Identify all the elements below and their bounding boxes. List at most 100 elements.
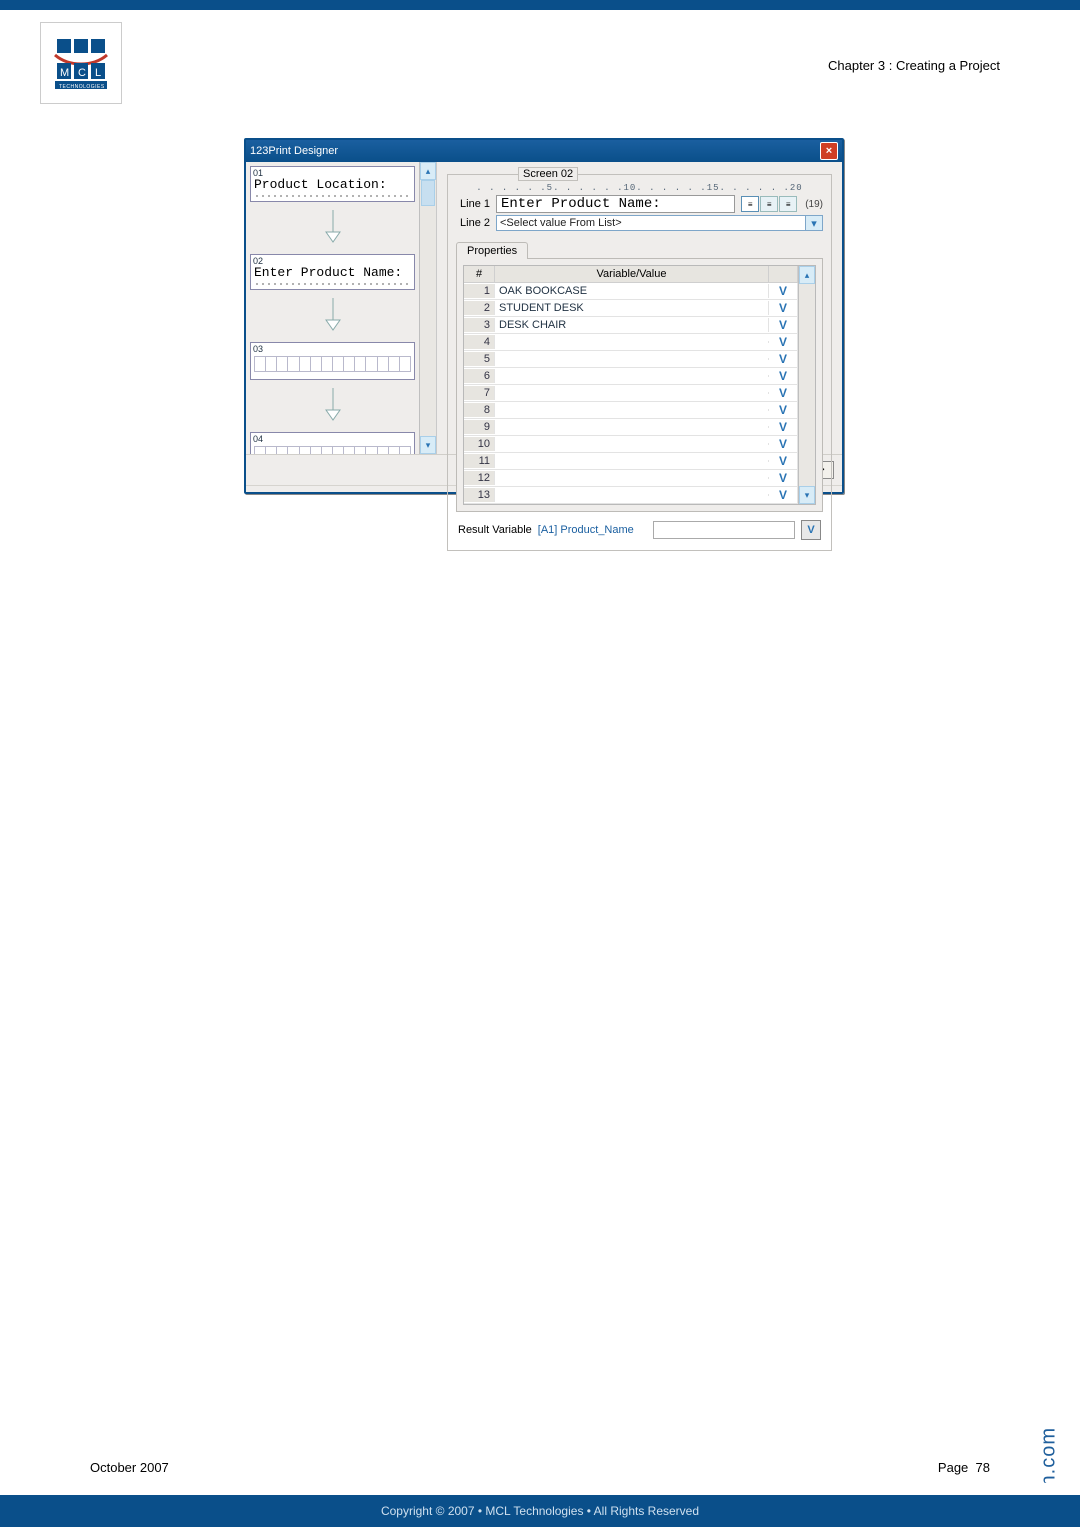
grid-row[interactable]: 2STUDENT DESKV [464, 300, 798, 317]
scroll-thumb[interactable] [421, 180, 435, 206]
row-check[interactable]: V [769, 283, 798, 299]
align-center-icon[interactable]: ≡ [760, 196, 778, 212]
screen-thumbnail-02[interactable]: 02 Enter Product Name: [250, 254, 415, 290]
line2-select[interactable]: <Select value From List> [496, 215, 806, 231]
flow-arrow-icon [246, 388, 419, 428]
row-check[interactable]: V [769, 402, 798, 418]
footer-page: Page 78 [938, 1460, 990, 1475]
screen-number: 04 [251, 433, 414, 444]
grid-row[interactable]: 3DESK CHAIRV [464, 317, 798, 334]
row-check[interactable]: V [769, 419, 798, 435]
screen-text: Product Location: [251, 178, 414, 194]
row-value[interactable] [495, 358, 769, 360]
grid-row[interactable]: 9V [464, 419, 798, 436]
ruler: . . . . . .5. . . . . .10. . . . . .15. … [456, 183, 823, 193]
grid-header: # Variable/Value [464, 266, 798, 283]
line1-row: Line 1 Enter Product Name: ≡ ≡ ≡ (19) [456, 195, 823, 213]
row-value[interactable] [495, 460, 769, 462]
dotted-underline [254, 194, 411, 198]
row-check[interactable]: V [769, 368, 798, 384]
scroll-down-button[interactable] [799, 486, 815, 504]
screen-thumbnail-04[interactable]: 04 [250, 432, 415, 454]
row-number: 6 [464, 369, 495, 383]
svg-text:TECHNOLOGIES: TECHNOLOGIES [59, 84, 105, 90]
values-grid: # Variable/Value 1OAK BOOKCASEV2STUDENT … [463, 265, 816, 505]
scroll-track[interactable] [799, 284, 815, 486]
close-icon: × [826, 145, 832, 157]
row-check[interactable]: V [769, 351, 798, 367]
row-value[interactable] [495, 392, 769, 394]
row-value[interactable]: STUDENT DESK [495, 301, 769, 315]
row-check[interactable]: V [769, 300, 798, 316]
title-bar: 123Print Designer × [246, 140, 842, 162]
screen-thumbnail-03[interactable]: 03 [250, 342, 415, 380]
col-header-num: # [464, 266, 495, 282]
screen-thumbnail-01[interactable]: 01 Product Location: [250, 166, 415, 202]
grid-row[interactable]: 6V [464, 368, 798, 385]
grid-row[interactable]: 8V [464, 402, 798, 419]
grid-row[interactable]: 12V [464, 470, 798, 487]
row-value[interactable] [495, 409, 769, 411]
row-number: 11 [464, 454, 495, 468]
chevron-down-icon[interactable]: ▾ [806, 215, 823, 231]
row-value[interactable]: OAK BOOKCASE [495, 284, 769, 298]
app-window: 123Print Designer × 01 Product Location: [244, 138, 844, 494]
variable-picker-button[interactable]: V [801, 520, 821, 540]
grid-row[interactable]: 4V [464, 334, 798, 351]
row-value[interactable]: DESK CHAIR [495, 318, 769, 332]
line2-label: Line 2 [456, 217, 490, 229]
grid-scrollbar[interactable] [798, 266, 815, 504]
svg-text:M: M [60, 67, 69, 79]
grid-row[interactable]: 7V [464, 385, 798, 402]
row-check[interactable]: V [769, 470, 798, 486]
row-check[interactable]: V [769, 453, 798, 469]
row-check[interactable]: V [769, 317, 798, 333]
scroll-down-button[interactable] [420, 436, 436, 454]
row-value[interactable] [495, 426, 769, 428]
window-title: 123Print Designer [250, 145, 338, 157]
scroll-up-button[interactable] [799, 266, 815, 284]
align-left-icon[interactable]: ≡ [741, 196, 759, 212]
row-value[interactable] [495, 477, 769, 479]
screen-text: Enter Product Name: [251, 266, 414, 282]
values-grid-wrap: # Variable/Value 1OAK BOOKCASEV2STUDENT … [456, 259, 823, 512]
result-variable-link[interactable]: [A1] Product_Name [538, 524, 634, 536]
row-number: 1 [464, 284, 495, 298]
chapter-heading: Chapter 3 : Creating a Project [828, 58, 1000, 73]
flow-arrow-icon [246, 298, 419, 338]
grid-row[interactable]: 5V [464, 351, 798, 368]
row-check[interactable]: V [769, 487, 798, 503]
result-input[interactable] [653, 521, 795, 539]
top-accent-bar [0, 0, 1080, 10]
row-value[interactable] [495, 341, 769, 343]
line1-input[interactable]: Enter Product Name: [496, 195, 735, 213]
close-button[interactable]: × [820, 142, 838, 160]
grid-row[interactable]: 10V [464, 436, 798, 453]
properties-panel: Screen 02 . . . . . .5. . . . . .10. . .… [437, 162, 842, 454]
svg-text:C: C [78, 67, 86, 79]
row-number: 9 [464, 420, 495, 434]
row-value[interactable] [495, 375, 769, 377]
screens-sidebar: 01 Product Location: 02 Enter Product Na… [246, 162, 437, 454]
row-check[interactable]: V [769, 334, 798, 350]
row-number: 4 [464, 335, 495, 349]
row-number: 2 [464, 301, 495, 315]
row-value[interactable] [495, 443, 769, 445]
mcl-logo: M C L TECHNOLOGIES [40, 22, 122, 104]
row-check[interactable]: V [769, 385, 798, 401]
grid-row[interactable]: 1OAK BOOKCASEV [464, 283, 798, 300]
line1-label: Line 1 [456, 198, 490, 210]
align-right-icon[interactable]: ≡ [779, 196, 797, 212]
copyright-bar: Copyright © 2007 • MCL Technologies • Al… [0, 1495, 1080, 1527]
row-value[interactable] [495, 494, 769, 496]
svg-text:L: L [95, 67, 101, 79]
scroll-up-button[interactable] [420, 162, 436, 180]
grid-row[interactable]: 11 V [464, 453, 798, 470]
row-number: 8 [464, 403, 495, 417]
row-check[interactable]: V [769, 436, 798, 452]
row-number: 5 [464, 352, 495, 366]
scroll-track[interactable] [420, 180, 436, 436]
tab-properties[interactable]: Properties [456, 242, 528, 259]
grid-row[interactable]: 13V [464, 487, 798, 504]
sidebar-scrollbar[interactable] [419, 162, 436, 454]
